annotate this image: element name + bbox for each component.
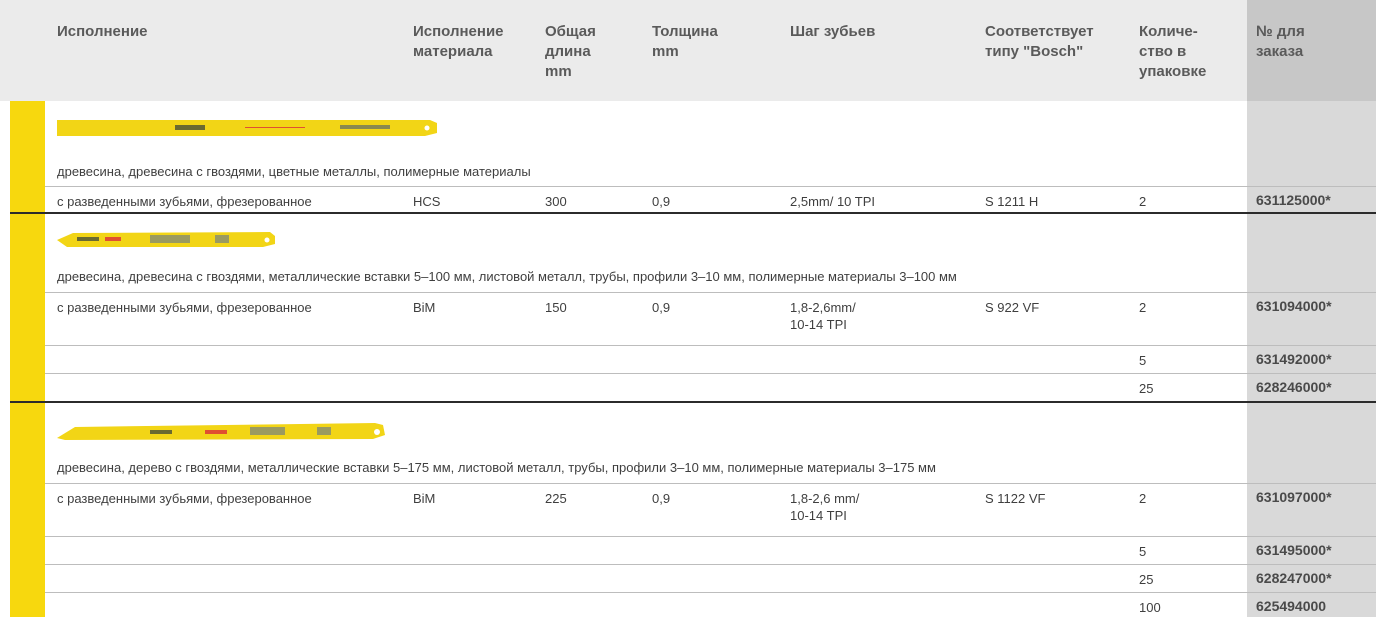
length-cell: 300: [545, 194, 567, 209]
application-text: древесина, древесина с гвоздями, металли…: [57, 269, 957, 284]
section-divider: [10, 401, 1376, 403]
material-cell: BiM: [413, 300, 436, 315]
saw-blade-image: [57, 232, 275, 247]
pitch-cell: 1,8-2,6mm/ 10-14 TPI: [790, 300, 856, 332]
order-number: 631094000*: [1256, 298, 1332, 314]
pitch-cell: 2,5mm/ 10 TPI: [790, 194, 876, 209]
order-number: 631097000*: [1256, 489, 1332, 505]
quantity-cell: 100: [1139, 600, 1161, 615]
accent-bar: [10, 101, 45, 617]
divider: [45, 292, 1376, 293]
section-divider: [10, 212, 1376, 214]
order-number: 631495000*: [1256, 542, 1332, 558]
pitch-cell: 1,8-2,6 mm/ 10-14 TPI: [790, 491, 860, 523]
saw-blade-image: [57, 120, 437, 136]
quantity-cell: 2: [1139, 300, 1147, 315]
quantity-cell: 25: [1139, 572, 1154, 587]
thickness-cell: 0,9: [652, 491, 671, 506]
bosch-cell: S 1122 VF: [985, 491, 1046, 506]
thickness-cell: 0,9: [652, 194, 671, 209]
bosch-cell: S 922 VF: [985, 300, 1040, 315]
quantity-cell: 2: [1139, 194, 1147, 209]
order-number: 625494000: [1256, 598, 1327, 614]
header-execution: Исполнение: [57, 23, 148, 40]
order-number: 631492000*: [1256, 351, 1332, 367]
quantity-cell: 2: [1139, 491, 1147, 506]
header-order-number: № для заказа: [1256, 23, 1305, 60]
order-number: 631125000*: [1256, 192, 1331, 208]
header-pitch: Шаг зубьев: [790, 23, 876, 40]
header-material: Исполнение материала: [413, 23, 504, 60]
divider: [45, 186, 1376, 187]
divider: [45, 564, 1376, 565]
length-cell: 150: [545, 300, 567, 315]
application-text: древесина, дерево с гвоздями, металличес…: [57, 460, 936, 475]
application-text: древесина, древесина с гвоздями, цветные…: [57, 164, 531, 179]
thickness-cell: 0,9: [652, 300, 671, 315]
header-length: Общая длина mm: [545, 23, 596, 80]
bosch-cell: S 1211 H: [985, 194, 1039, 209]
saw-blade-image: [57, 423, 385, 440]
divider: [45, 373, 1376, 374]
execution-cell: с разведенными зубьями, фрезерованное: [57, 300, 312, 315]
quantity-cell: 5: [1139, 544, 1147, 559]
execution-cell: с разведенными зубьями, фрезерованное: [57, 194, 312, 209]
header-bosch: Соответствует типу "Bosch": [985, 23, 1094, 60]
divider: [45, 345, 1376, 346]
divider: [45, 536, 1376, 537]
execution-cell: с разведенными зубьями, фрезерованное: [57, 491, 312, 506]
header-thickness: Толщина mm: [652, 23, 718, 60]
material-cell: BiM: [413, 491, 436, 506]
quantity-cell: 25: [1139, 381, 1154, 396]
divider: [45, 592, 1376, 593]
order-number: 628247000*: [1256, 570, 1332, 586]
quantity-cell: 5: [1139, 353, 1147, 368]
material-cell: HCS: [413, 194, 441, 209]
divider: [45, 483, 1376, 484]
order-number: 628246000*: [1256, 379, 1332, 395]
header-quantity: Количе- ство в упаковке: [1139, 23, 1207, 80]
length-cell: 225: [545, 491, 567, 506]
